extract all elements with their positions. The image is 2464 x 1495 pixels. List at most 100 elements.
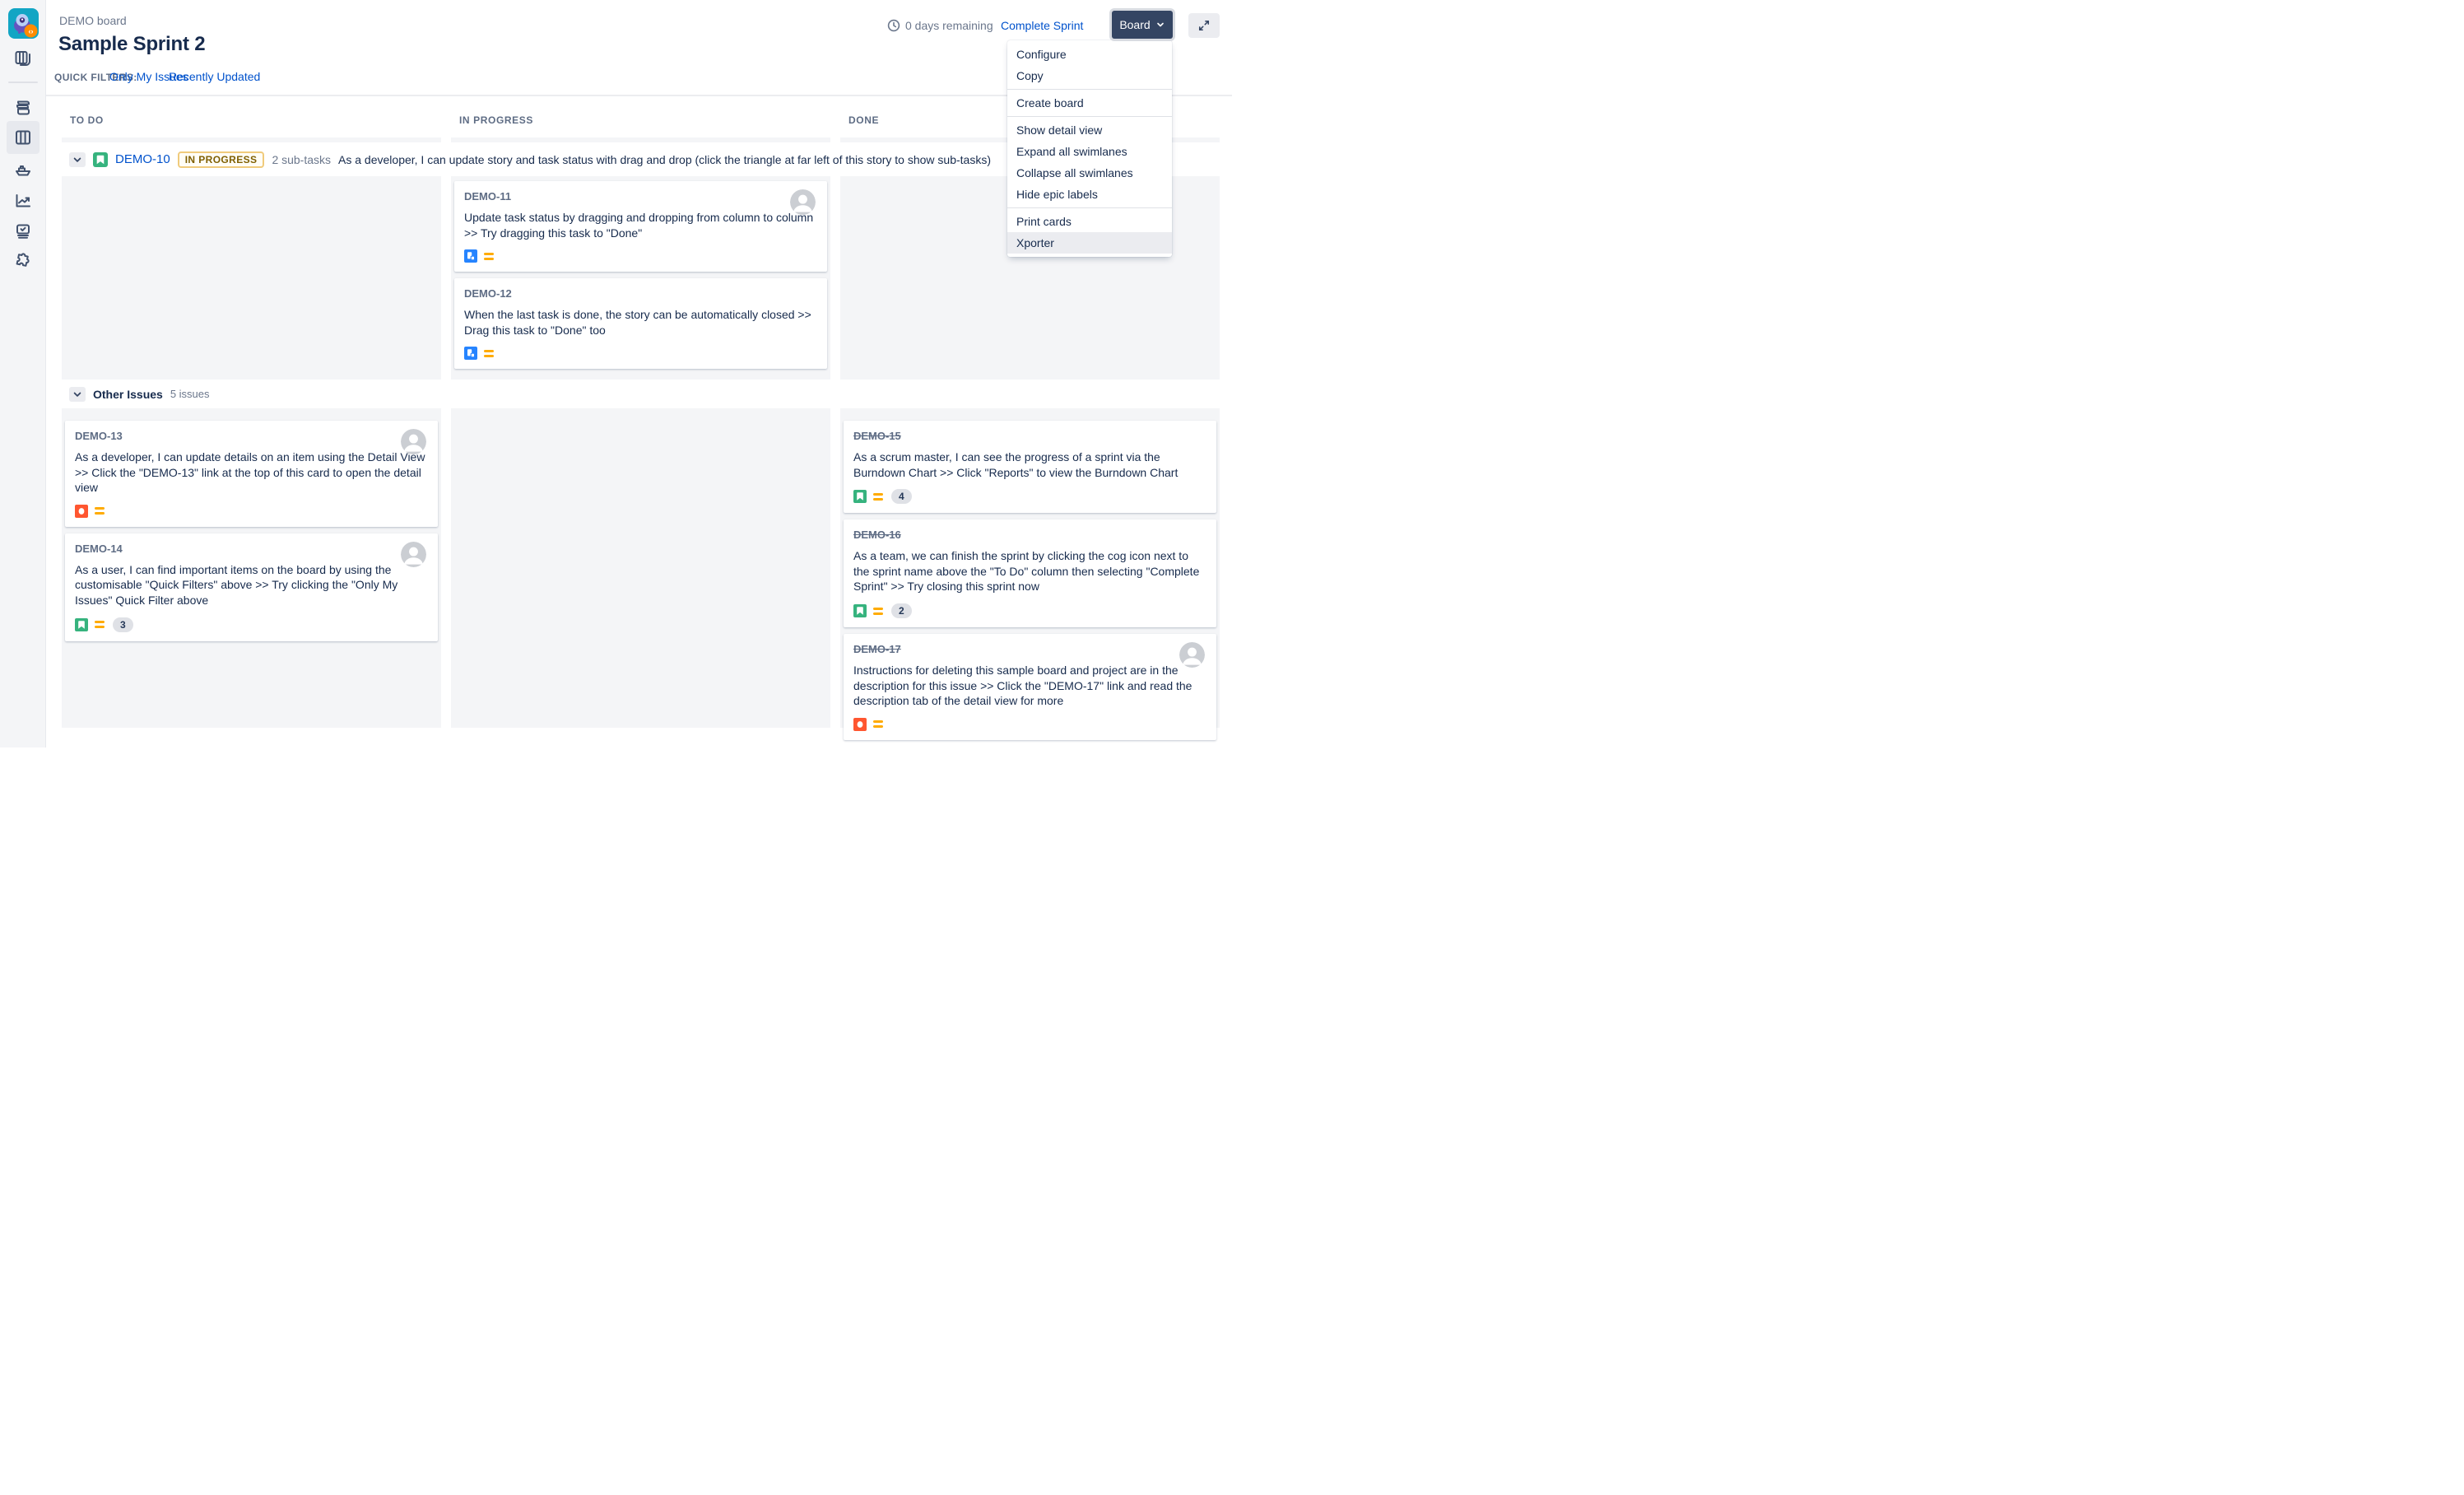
- priority-medium-icon: [95, 621, 105, 628]
- swimlane-title: Other Issues: [93, 388, 163, 401]
- issue-summary: As a user, I can find important items on…: [75, 562, 428, 608]
- releases-icon[interactable]: [13, 160, 33, 179]
- issue-summary: Update task status by dragging and dropp…: [464, 210, 817, 240]
- priority-medium-icon: [484, 350, 494, 357]
- project-logo[interactable]: ‹›: [8, 8, 39, 39]
- active-sprints-icon[interactable]: [13, 128, 33, 147]
- menu-item-xporter[interactable]: Xporter: [1007, 232, 1172, 254]
- card-footer: 3: [75, 617, 428, 632]
- issue-summary: As a team, we can finish the sprint by c…: [853, 548, 1206, 594]
- assignee-avatar[interactable]: [1179, 642, 1205, 668]
- add-ons-icon[interactable]: [13, 251, 33, 271]
- issue-card[interactable]: DEMO-13 As a developer, I can update det…: [65, 421, 438, 527]
- card-footer: 4: [853, 489, 1206, 504]
- chevron-down-icon: [1155, 20, 1165, 30]
- story-icon: [853, 490, 867, 503]
- bug-icon: [75, 505, 88, 518]
- board-dropdown-menu: ConfigureCopy Create board Show detail vie…: [1007, 40, 1172, 257]
- column-header-todo: TO DO: [70, 114, 104, 126]
- collapse-swimlane-button[interactable]: [69, 387, 86, 402]
- menu-item-collapse-all-swimlanes[interactable]: Collapse all swimlanes: [1007, 162, 1172, 184]
- backlog-icon[interactable]: [13, 98, 33, 118]
- boards-icon[interactable]: [13, 49, 33, 68]
- card-footer: 2: [853, 603, 1206, 618]
- menu-divider: [1007, 207, 1172, 208]
- todo-card-list: DEMO-13 As a developer, I can update det…: [65, 421, 438, 641]
- assignee-avatar[interactable]: [790, 189, 816, 215]
- assignee-avatar[interactable]: [401, 429, 426, 454]
- estimate-badge: 2: [891, 603, 912, 618]
- menu-item-copy[interactable]: Copy: [1007, 65, 1172, 86]
- assignee-avatar[interactable]: [401, 542, 426, 567]
- days-remaining: 0 days remaining: [905, 19, 993, 32]
- priority-medium-icon: [873, 608, 883, 615]
- board-button-label: Board: [1119, 18, 1150, 31]
- priority-medium-icon: [873, 493, 883, 501]
- project-sidebar: ‹›: [0, 0, 46, 748]
- quick-filter-recently-updated[interactable]: Recently Updated: [169, 70, 260, 83]
- card-footer: [464, 249, 817, 263]
- issues-icon[interactable]: [13, 221, 33, 241]
- issue-key[interactable]: DEMO-15: [853, 430, 901, 442]
- issue-card[interactable]: DEMO-11 Update task status by dragging a…: [454, 181, 827, 272]
- issue-key[interactable]: DEMO-16: [853, 529, 901, 541]
- menu-item-configure[interactable]: Configure: [1007, 44, 1172, 65]
- priority-medium-icon: [95, 507, 105, 515]
- story-icon: [93, 152, 108, 167]
- menu-item-create-board[interactable]: Create board: [1007, 92, 1172, 114]
- subtask-icon: [464, 249, 477, 263]
- issue-card[interactable]: DEMO-17 Instructions for deleting this s…: [844, 634, 1216, 740]
- issue-key[interactable]: DEMO-17: [853, 643, 901, 655]
- column-header-done: DONE: [848, 114, 879, 126]
- issue-key[interactable]: DEMO-11: [464, 190, 511, 203]
- column-header-inprogress: IN PROGRESS: [459, 114, 533, 126]
- menu-divider: [1007, 116, 1172, 117]
- card-footer: [75, 505, 428, 518]
- chevron-down-icon: [72, 389, 82, 399]
- issue-key[interactable]: DEMO-12: [464, 287, 512, 300]
- issue-card[interactable]: DEMO-12 When the last task is done, the …: [454, 278, 827, 369]
- menu-item-hide-epic-labels[interactable]: Hide epic labels: [1007, 184, 1172, 205]
- svg-text:‹›: ‹›: [29, 27, 34, 35]
- issue-card[interactable]: DEMO-16 As a team, we can finish the spr…: [844, 519, 1216, 627]
- menu-item-show-detail-view[interactable]: Show detail view: [1007, 119, 1172, 141]
- menu-divider: [1007, 89, 1172, 90]
- menu-item-expand-all-swimlanes[interactable]: Expand all swimlanes: [1007, 141, 1172, 162]
- issue-key[interactable]: DEMO-13: [75, 430, 123, 442]
- issue-summary: When the last task is done, the story ca…: [464, 307, 817, 338]
- jira-board-app: ‹›: [0, 0, 1232, 748]
- swimlane-issue-count: 5 issues: [170, 388, 210, 400]
- bug-icon: [853, 718, 867, 731]
- clock-icon: [887, 19, 900, 32]
- issue-card[interactable]: DEMO-14 As a user, I can find important …: [65, 533, 438, 641]
- issue-summary: As a developer, I can update details on …: [75, 449, 428, 496]
- issue-summary: As a scrum master, I can see the progres…: [853, 449, 1206, 480]
- sidebar-divider: [8, 82, 38, 83]
- card-footer: [464, 347, 817, 360]
- reports-icon[interactable]: [13, 191, 33, 211]
- fullscreen-button[interactable]: [1188, 13, 1220, 38]
- estimate-badge: 4: [891, 489, 912, 504]
- inprogress-card-list: DEMO-11 Update task status by dragging a…: [454, 181, 827, 369]
- collapse-swimlane-button[interactable]: [69, 152, 86, 167]
- priority-medium-icon: [484, 253, 494, 260]
- page-title: Sample Sprint 2: [58, 33, 205, 56]
- menu-item-print-cards[interactable]: Print cards: [1007, 211, 1172, 232]
- estimate-badge: 3: [113, 617, 133, 632]
- subtask-count: 2 sub-tasks: [272, 153, 331, 166]
- story-icon: [853, 604, 867, 617]
- other-issues-swimlane-header: Other Issues 5 issues: [46, 380, 1232, 408]
- issue-summary: Instructions for deleting this sample bo…: [853, 663, 1206, 709]
- issue-card[interactable]: DEMO-15 As a scrum master, I can see the…: [844, 421, 1216, 513]
- card-footer: [853, 718, 1206, 731]
- complete-sprint-link[interactable]: Complete Sprint: [1001, 19, 1083, 32]
- done-card-list: DEMO-15 As a scrum master, I can see the…: [844, 421, 1216, 740]
- status-lozenge: IN PROGRESS: [178, 151, 265, 168]
- chevron-down-icon: [72, 155, 82, 165]
- epic-issue-key[interactable]: DEMO-10: [115, 152, 170, 166]
- issue-key[interactable]: DEMO-14: [75, 543, 123, 555]
- board-menu-button[interactable]: Board: [1112, 11, 1173, 39]
- inprogress-column: [451, 408, 830, 728]
- breadcrumb[interactable]: DEMO board: [59, 14, 127, 27]
- expand-icon: [1197, 18, 1211, 33]
